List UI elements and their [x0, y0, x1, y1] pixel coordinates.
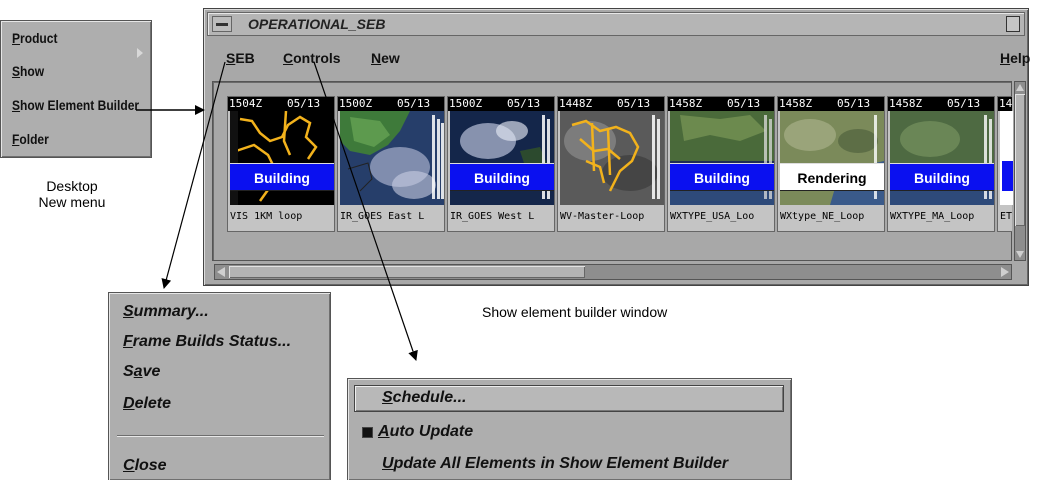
- callout-arrows: [136, 61, 418, 361]
- arrow-controls-menu: [313, 61, 418, 361]
- arrow-seb-menu: [161, 61, 226, 289]
